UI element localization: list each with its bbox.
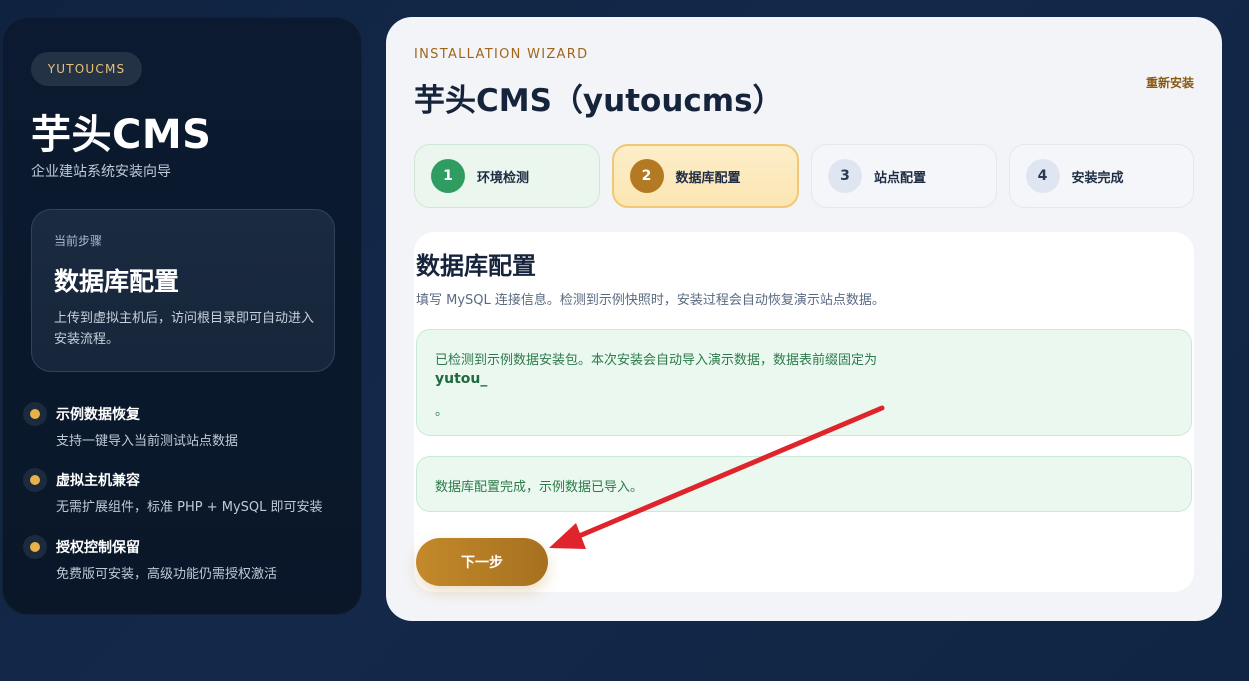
section-title: 数据库配置 bbox=[416, 252, 536, 280]
next-step-button[interactable]: 下一步 bbox=[416, 538, 548, 586]
sidebar: YUTOUCMS 芋头CMS 企业建站系统安装向导 当前步骤 数据库配置 上传到… bbox=[2, 17, 362, 615]
step-label: 安装完成 bbox=[1071, 170, 1124, 186]
notice-text-end: 。 bbox=[435, 404, 449, 419]
step-number: 3 bbox=[828, 159, 862, 193]
bullet-dot-icon bbox=[23, 468, 47, 492]
current-step-description: 上传到虚拟主机后，访问根目录即可自动进入安装流程。 bbox=[54, 311, 315, 347]
brand-chip: YUTOUCMS bbox=[31, 52, 142, 86]
sample-data-notice: 已检测到示例数据安装包。本次安装会自动导入演示数据，数据表前缀固定为 yutou… bbox=[416, 329, 1192, 436]
feature-description: 免费版可安装，高级功能仍需授权激活 bbox=[56, 567, 278, 582]
current-step-label: 当前步骤 bbox=[54, 234, 103, 248]
current-step-title: 数据库配置 bbox=[54, 267, 180, 296]
success-notice: 数据库配置完成，示例数据已导入。 bbox=[416, 456, 1192, 512]
bullet-dot-icon bbox=[23, 402, 47, 426]
step-install-complete[interactable]: 4 安装完成 bbox=[1008, 144, 1194, 208]
step-number: 1 bbox=[431, 159, 465, 193]
step-label: 环境检测 bbox=[477, 170, 530, 186]
page-title: 芋头CMS（yutoucms） bbox=[414, 83, 784, 119]
step-label: 站点配置 bbox=[874, 170, 927, 186]
step-site-config[interactable]: 3 站点配置 bbox=[811, 144, 997, 208]
wizard-label: INSTALLATION WIZARD bbox=[414, 47, 589, 62]
notice-text: 已检测到示例数据安装包。本次安装会自动导入演示数据，数据表前缀固定为 bbox=[435, 353, 878, 368]
section-description: 填写 MySQL 连接信息。检测到示例快照时，安装过程会自动恢复演示站点数据。 bbox=[416, 293, 885, 308]
step-number: 2 bbox=[629, 159, 664, 193]
feature-title: 授权控制保留 bbox=[56, 540, 140, 556]
success-text: 数据库配置完成，示例数据已导入。 bbox=[435, 480, 644, 495]
feature-description: 无需扩展组件，标准 PHP + MySQL 即可安装 bbox=[56, 500, 323, 515]
current-step-card: 当前步骤 数据库配置 上传到虚拟主机后，访问根目录即可自动进入安装流程。 bbox=[31, 209, 335, 372]
table-prefix: yutou_ bbox=[435, 371, 488, 387]
step-environment-check[interactable]: 1 环境检测 bbox=[414, 144, 600, 208]
database-config-section: 数据库配置 填写 MySQL 连接信息。检测到示例快照时，安装过程会自动恢复演示… bbox=[414, 232, 1194, 592]
step-database-config[interactable]: 2 数据库配置 bbox=[611, 144, 799, 208]
step-number: 4 bbox=[1025, 159, 1060, 193]
reinstall-link[interactable]: 重新安装 bbox=[1146, 74, 1194, 91]
feature-title: 示例数据恢复 bbox=[56, 407, 140, 423]
brand-subtitle: 企业建站系统安装向导 bbox=[31, 164, 171, 180]
main-panel: INSTALLATION WIZARD 芋头CMS（yutoucms） 重新安装… bbox=[386, 17, 1222, 621]
step-indicator: 1 环境检测 2 数据库配置 3 站点配置 4 安装完成 bbox=[414, 144, 1194, 208]
feature-description: 支持一键导入当前测试站点数据 bbox=[56, 434, 239, 449]
feature-title: 虚拟主机兼容 bbox=[56, 473, 140, 489]
step-label: 数据库配置 bbox=[675, 170, 741, 186]
bullet-dot-icon bbox=[23, 535, 47, 559]
brand-title: 芋头CMS bbox=[31, 112, 212, 158]
